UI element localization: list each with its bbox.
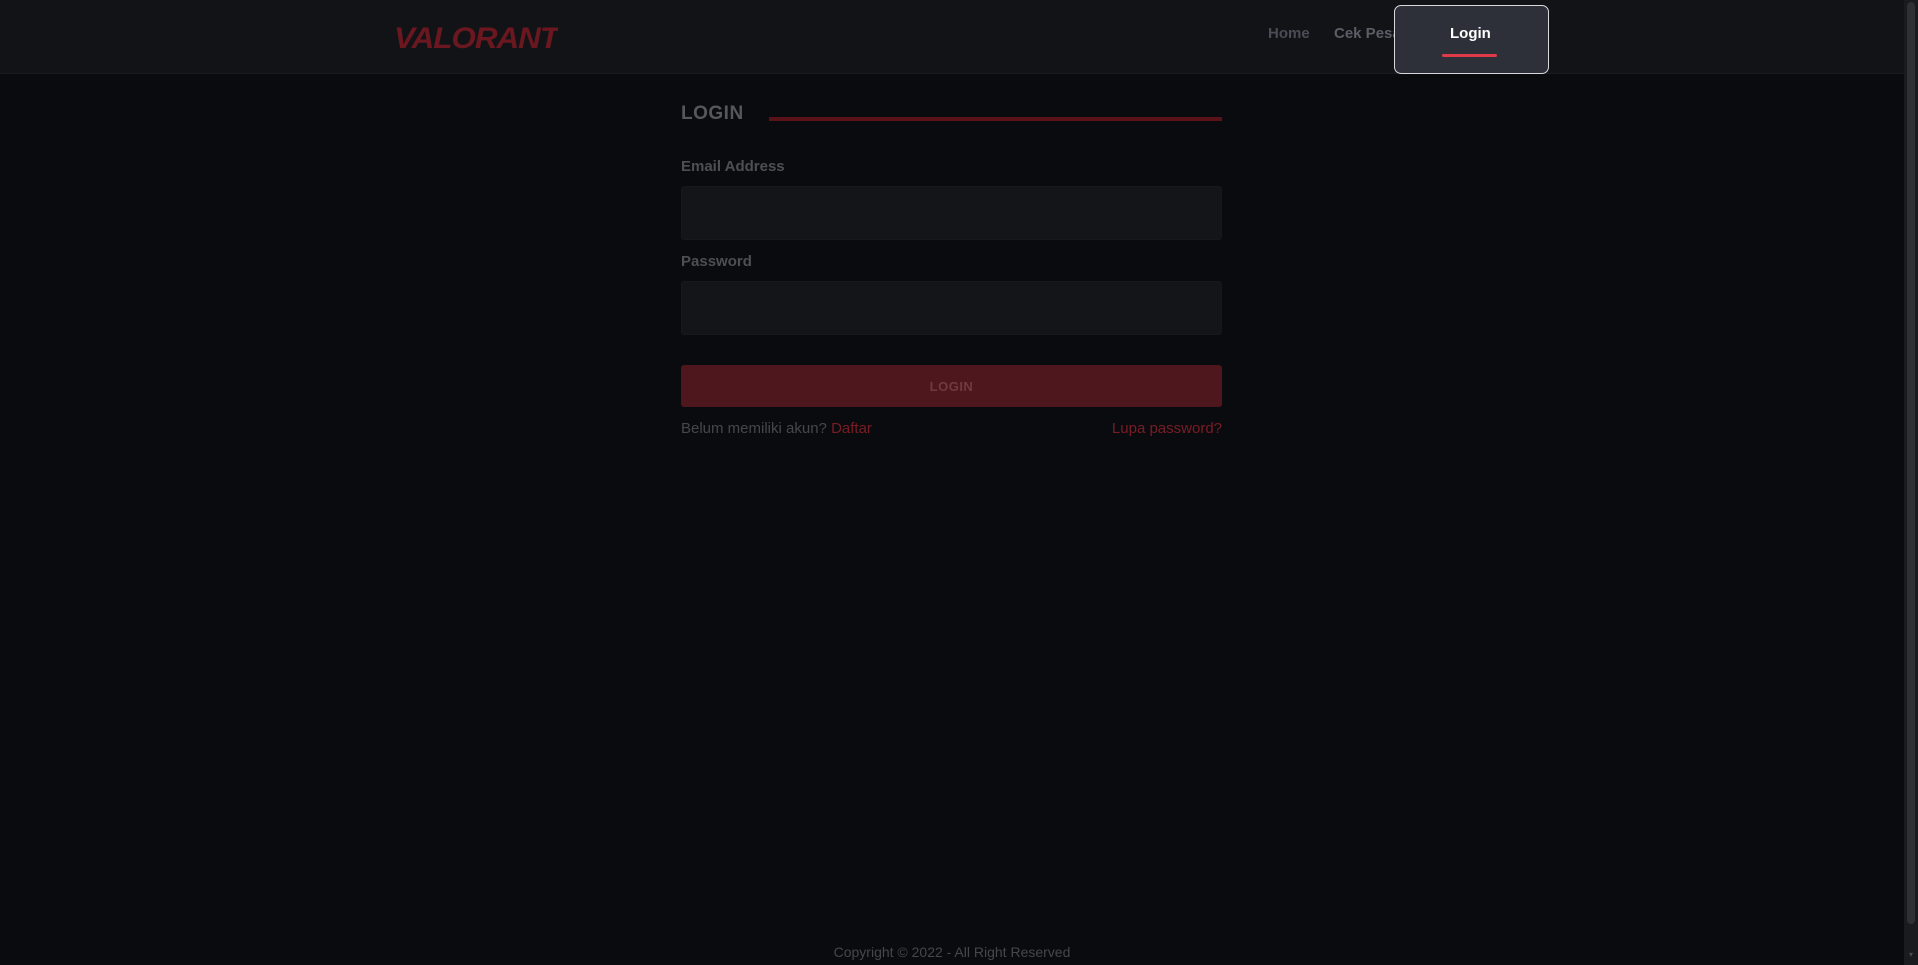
password-label: Password (681, 253, 752, 270)
page: VALORANT Home Cek Pesanan Login LOGIN Em… (0, 0, 1918, 965)
nav-home-link[interactable]: Home (1268, 25, 1310, 42)
logo-text: VALORANT (394, 22, 558, 52)
page-title: LOGIN (681, 103, 744, 124)
register-prompt-text: Belum memiliki akun? (681, 420, 827, 437)
footer-copyright: Copyright © 2022 - All Right Reserved (833, 944, 1071, 960)
login-button[interactable]: LOGIN (681, 365, 1222, 407)
scroll-down-icon[interactable]: ▾ (1907, 951, 1915, 959)
scrollbar-thumb[interactable] (1907, 2, 1915, 924)
email-label: Email Address (681, 158, 785, 175)
register-link[interactable]: Daftar (831, 420, 872, 437)
navbar: VALORANT Home Cek Pesanan Login (0, 0, 1904, 74)
valorant-logo[interactable]: VALORANT (394, 20, 558, 52)
nav-active-underline (1442, 54, 1497, 57)
password-field[interactable] (681, 281, 1222, 335)
nav-login-link[interactable]: Login (1450, 25, 1491, 42)
scrollbar[interactable]: ▾ (1904, 0, 1918, 965)
title-divider (769, 117, 1222, 121)
register-prompt: Belum memiliki akun? Daftar (681, 420, 872, 437)
forgot-password-link[interactable]: Lupa password? (1112, 420, 1222, 437)
email-field[interactable] (681, 186, 1222, 240)
